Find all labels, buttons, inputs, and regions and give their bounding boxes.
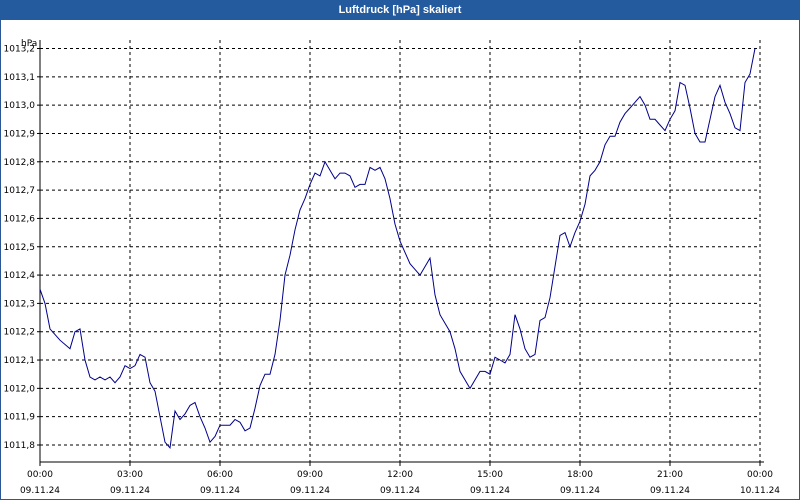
x-tick-date-label: 09.11.24 [110,486,150,496]
x-tick-time-label: 03:00 [117,470,143,480]
y-tick-labels: 1011,8 1011,9 1012,0 1012,1 1012,2 1012,3 1012… [4,44,36,451]
y-tick-label: 1011,8 [4,441,36,451]
y-tick-label: 1012,1 [4,356,36,366]
x-tick-date-label: 09.11.24 [650,486,690,496]
x-tick-time-label: 15:00 [477,470,503,480]
y-tick-label: 1012,0 [4,384,36,394]
y-tick-label: 1012,2 [4,328,36,338]
x-tick-date-label: 09.11.24 [200,486,240,496]
x-tick-date-label: 09.11.24 [20,486,60,496]
y-tick-label: 1012,6 [4,214,36,224]
chart-canvas: hPa 1011,81011,91012,01012,11012,21012,3… [4,39,781,496]
x-tick-date-label: 09.11.24 [470,486,510,496]
y-tick-label: 1012,7 [4,186,36,196]
x-tick-time-label: 00:00 [747,470,773,480]
y-tick-label: 1013,1 [4,73,36,83]
x-tick-date-label: 10.11.24 [740,486,780,496]
y-tick-label: 1012,5 [4,243,36,253]
x-tick-date-label: 09.11.24 [560,486,600,496]
x-tick-labels: 00:00 09.11.24 03:00 09.11.24 06:00 09.11.24 0… [20,470,780,496]
y-tick-label: 1012,8 [4,158,36,168]
x-tick-date-label: 09.11.24 [380,486,420,496]
x-tick-date-label: 09.11.24 [290,486,330,496]
x-tick-time-label: 18:00 [567,470,593,480]
x-tick-time-label: 09:00 [297,470,323,480]
y-tick-label: 1012,9 [4,129,36,139]
y-tick-label: 1011,9 [4,413,36,423]
y-tick-label: 1013,0 [4,101,36,111]
grid-lines [37,40,761,466]
x-tick-time-label: 06:00 [207,470,233,480]
x-tick-time-label: 12:00 [387,470,413,480]
y-tick-label: 1013,2 [4,44,36,54]
y-tick-label: 1012,4 [4,271,36,281]
x-tick-time-label: 00:00 [27,470,53,480]
x-tick-time-label: 21:00 [657,470,683,480]
y-tick-label: 1012,3 [4,299,36,309]
